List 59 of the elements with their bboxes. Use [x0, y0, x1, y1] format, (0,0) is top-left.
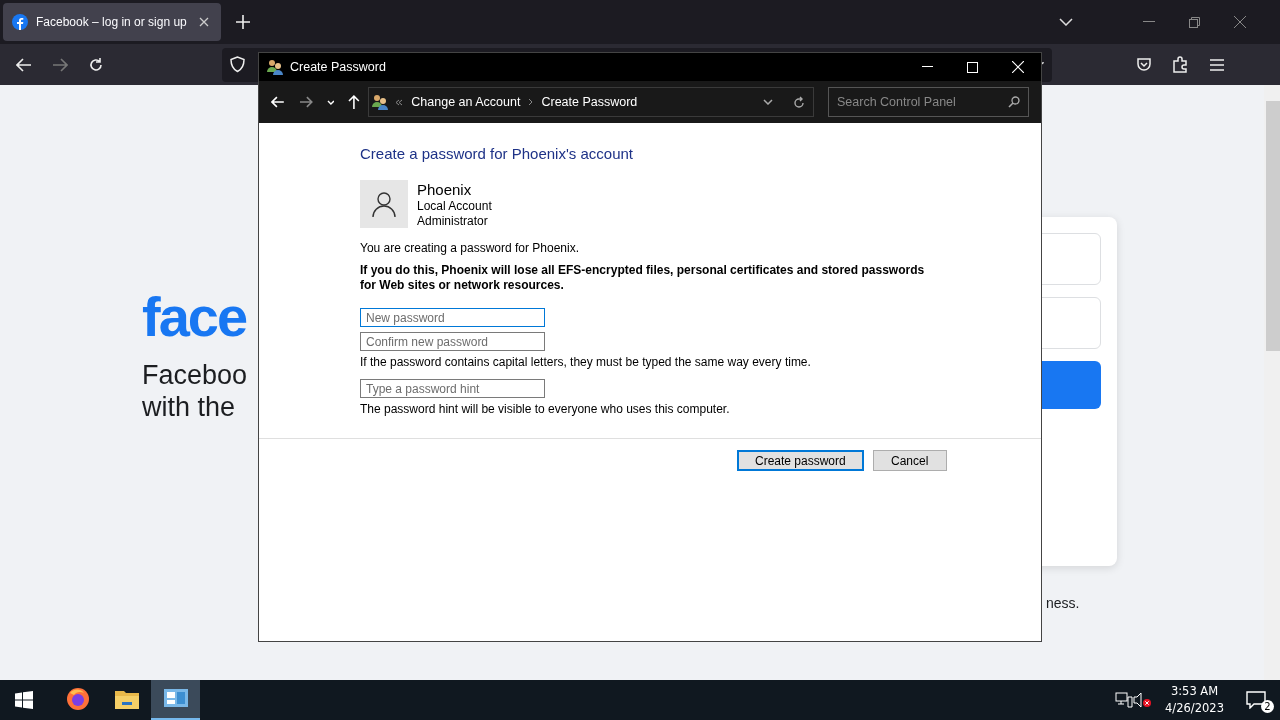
- breadcrumb-item[interactable]: Create Password: [539, 95, 640, 109]
- clock[interactable]: 3:53 AM 4/26/2023: [1165, 683, 1224, 717]
- control-panel-icon: [163, 689, 188, 709]
- address-bar[interactable]: Change an Account Create Password: [368, 87, 814, 117]
- refresh-icon[interactable]: [793, 95, 805, 109]
- network-icon[interactable]: [1115, 692, 1134, 708]
- password-field[interactable]: Confirm new password: [360, 332, 545, 351]
- warning-text: If you do this, Phoenix will lose all EFS-encrypted files, personal certificates and stored passwords for Web sites or network resources.: [360, 263, 926, 293]
- hint-visibility-note: The password hint will be visible to everyone who uses this computer.: [360, 402, 730, 417]
- forward-icon[interactable]: [52, 57, 68, 72]
- minimize-icon[interactable]: [922, 66, 933, 68]
- search-field[interactable]: Search Control Panel: [828, 87, 1029, 117]
- tagline-text: with the: [142, 391, 237, 423]
- chevron-down-icon[interactable]: [763, 99, 773, 105]
- double-chevron-icon: [395, 98, 404, 106]
- search-icon: [1008, 96, 1020, 108]
- new-tab-icon[interactable]: [236, 15, 250, 29]
- menu-icon[interactable]: [1209, 57, 1225, 72]
- users-icon: [372, 94, 390, 110]
- facebook-icon: [12, 14, 28, 30]
- footer-text: ness.: [1046, 595, 1081, 611]
- password-field[interactable]: New password: [360, 308, 545, 327]
- breadcrumb-item[interactable]: Change an Account: [409, 95, 523, 109]
- pocket-icon[interactable]: [1136, 56, 1152, 73]
- password-hint-field[interactable]: Type a password hint: [360, 379, 545, 398]
- speech-bubble-icon: [1246, 691, 1266, 709]
- back-icon[interactable]: [16, 57, 32, 72]
- account-type-text: Administrator: [417, 214, 489, 229]
- capital-letters-note: If the password contains capital letters, they must be typed the same way every time.: [360, 355, 811, 370]
- tagline-text: Faceboo: [142, 359, 249, 391]
- page-heading: Create a password for Phoenix's account: [360, 145, 633, 162]
- forward-icon[interactable]: [298, 96, 313, 108]
- account-type-text: Local Account: [417, 199, 492, 214]
- close-icon[interactable]: [199, 17, 209, 27]
- shield-icon[interactable]: [230, 56, 245, 73]
- windows-start-icon[interactable]: [15, 691, 33, 709]
- time-text: 3:53 AM: [1170, 683, 1219, 700]
- create-password-button[interactable]: Create password: [737, 450, 864, 471]
- date-text: 4/26/2023: [1165, 700, 1224, 717]
- person-icon: [372, 191, 396, 217]
- cancel-button[interactable]: Cancel: [872, 450, 947, 471]
- puzzle-icon[interactable]: [1172, 56, 1189, 73]
- restore-icon[interactable]: [1189, 16, 1200, 28]
- browser-tab[interactable]: Facebook – log in or sign up: [3, 3, 221, 41]
- reload-icon[interactable]: [88, 56, 104, 73]
- window-title: Create Password: [290, 60, 386, 74]
- scrollbar[interactable]: [1264, 85, 1280, 680]
- volume-muted-icon[interactable]: [1133, 692, 1154, 708]
- folder-icon: [114, 689, 139, 709]
- firefox-icon: [65, 687, 90, 711]
- facebook-logo: face: [142, 285, 248, 349]
- up-arrow-icon[interactable]: [348, 95, 361, 109]
- chevron-right-icon: [528, 98, 534, 106]
- notification-count: 2: [1261, 700, 1274, 713]
- taskbar-app[interactable]: [151, 680, 200, 720]
- users-icon: [267, 59, 284, 75]
- user-name: Phoenix: [417, 180, 473, 199]
- info-text: You are creating a password for Phoenix.: [360, 241, 580, 256]
- maximize-icon[interactable]: [967, 61, 978, 73]
